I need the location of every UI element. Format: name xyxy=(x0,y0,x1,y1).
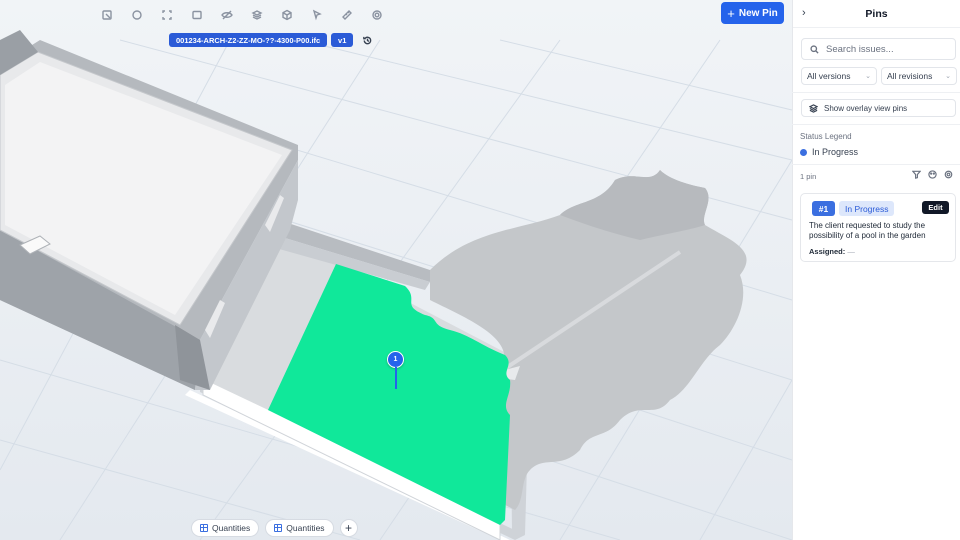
revisions-value: All revisions xyxy=(887,71,933,81)
legend-item-in-progress: In Progress xyxy=(800,147,858,157)
chevron-down-icon: ⌄ xyxy=(945,73,951,80)
search-icon xyxy=(810,44,819,54)
filter-icon[interactable] xyxy=(912,170,921,179)
status-dot xyxy=(800,148,807,156)
quantities-label: Quantities xyxy=(286,523,325,533)
select-box-icon[interactable] xyxy=(96,4,118,26)
status-legend-title: Status Legend xyxy=(800,132,852,141)
show-overlay-pins-button[interactable]: Show overlay view pins xyxy=(801,99,956,117)
pin-count: 1 pin xyxy=(800,172,817,181)
frame-icon[interactable] xyxy=(186,4,208,26)
pointer-icon[interactable] xyxy=(306,4,328,26)
pin-number-badge: #1 xyxy=(812,201,835,216)
pin-description: The client requested to study the possib… xyxy=(809,221,926,240)
divider xyxy=(792,164,960,165)
new-pin-label: New Pin xyxy=(738,7,778,19)
search-issues[interactable] xyxy=(801,38,956,60)
model-version-badge[interactable]: v1 xyxy=(331,33,354,47)
chevron-down-icon: ⌄ xyxy=(865,73,871,80)
model-scene[interactable] xyxy=(0,0,792,540)
layers-icon[interactable] xyxy=(246,4,268,26)
assigned-value: — xyxy=(847,247,855,256)
viewer-toolbar xyxy=(96,4,388,26)
settings-icon[interactable] xyxy=(366,4,388,26)
assigned-label: Assigned: xyxy=(809,247,846,256)
divider xyxy=(792,92,960,93)
model-file-bar: 001234-ARCH-Z2-ZZ-MO-??-4300-P00.ifc v1 xyxy=(169,32,375,48)
revisions-select[interactable]: All revisions ⌄ xyxy=(881,67,957,85)
history-icon[interactable] xyxy=(359,32,375,48)
status-badge: In Progress xyxy=(839,201,895,216)
bottom-toolbar: Quantities Quantities + xyxy=(191,519,358,537)
palette-icon[interactable] xyxy=(928,170,937,179)
search-input[interactable] xyxy=(826,43,946,55)
quantities-button-2[interactable]: Quantities xyxy=(265,519,334,537)
3d-viewport[interactable]: + New Pin 001234-ARCH-Z2-ZZ-MO-??-4300-P… xyxy=(0,0,792,540)
expand-icon[interactable] xyxy=(156,4,178,26)
model-file-name[interactable]: 001234-ARCH-Z2-ZZ-MO-??-4300-P00.ifc xyxy=(169,33,328,47)
versions-value: All versions xyxy=(807,71,851,81)
plus-icon: + xyxy=(727,5,735,21)
table-icon xyxy=(274,524,283,532)
pin-marker-stem xyxy=(395,367,397,389)
pin-assigned: Assigned: — xyxy=(809,247,855,256)
add-panel-button[interactable]: + xyxy=(339,519,358,537)
orbit-icon[interactable] xyxy=(126,4,148,26)
quantities-label: Quantities xyxy=(212,523,251,533)
cube-icon[interactable] xyxy=(276,4,298,26)
list-actions xyxy=(912,170,953,179)
sidebar-title: Pins xyxy=(865,7,888,20)
versions-select[interactable]: All versions ⌄ xyxy=(801,67,877,85)
pin-card[interactable]: #1 In Progress Edit The client requested… xyxy=(800,193,956,262)
layers-icon xyxy=(809,103,818,113)
chevron-right-icon[interactable]: › xyxy=(802,7,806,19)
table-icon xyxy=(200,524,208,532)
legend-label: In Progress xyxy=(812,147,859,157)
edit-pin-button[interactable]: Edit xyxy=(922,201,949,214)
overlay-label: Show overlay view pins xyxy=(824,103,908,113)
visibility-icon[interactable] xyxy=(216,4,238,26)
sidebar-header: › Pins xyxy=(793,0,960,28)
quantities-button-1[interactable]: Quantities xyxy=(191,519,260,537)
new-pin-button[interactable]: + New Pin xyxy=(721,2,784,24)
pin-marker-1[interactable]: 1 xyxy=(387,351,404,368)
divider xyxy=(792,124,960,125)
settings-icon[interactable] xyxy=(944,170,953,179)
ruler-icon[interactable] xyxy=(336,4,358,26)
